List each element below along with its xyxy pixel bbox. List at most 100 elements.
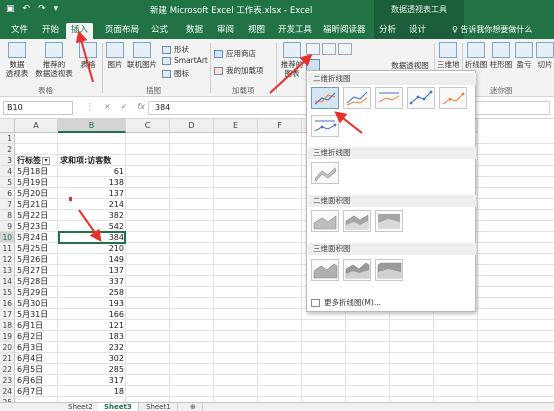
3d-area-option[interactable]	[311, 259, 339, 281]
value-cell[interactable]: 166	[58, 309, 126, 320]
row-label-cell[interactable]: 5月26日	[17, 254, 58, 265]
picture-button[interactable]: 图片	[104, 42, 126, 69]
redo-icon[interactable]: ↷	[38, 4, 46, 14]
3d-line-option[interactable]	[311, 162, 339, 184]
tab-review[interactable]: 审阅	[212, 23, 239, 39]
name-box[interactable]: B10	[3, 101, 73, 115]
area-option[interactable]	[311, 210, 339, 232]
table-button[interactable]: 表格	[76, 42, 100, 69]
tab-home[interactable]: 开始	[37, 23, 64, 39]
save-icon[interactable]: ▣	[6, 4, 15, 14]
row-header[interactable]: 6	[0, 188, 15, 199]
value-cell[interactable]: 210	[58, 243, 126, 254]
row-header[interactable]: 19	[0, 331, 15, 342]
tab-data[interactable]: 数据	[181, 23, 208, 39]
column-header[interactable]: D	[170, 119, 214, 133]
value-cell[interactable]: 232	[58, 342, 126, 353]
row-header[interactable]: 20	[0, 342, 15, 353]
customize-qat-icon[interactable]: ▾	[54, 4, 59, 14]
sheet-tab[interactable]: Sheet1	[140, 403, 178, 411]
sheet-tab[interactable]: Sheet2	[62, 403, 100, 411]
icons-button[interactable]: 图标	[162, 68, 189, 79]
value-cell[interactable]: 382	[58, 210, 126, 221]
more-line-charts-button[interactable]: 更多折线图(M)...	[311, 297, 381, 308]
pivot-table-button[interactable]: 数据 透视表	[2, 42, 32, 78]
sheet-tab-active[interactable]: Sheet3	[98, 403, 139, 411]
3d-100-stacked-area-option[interactable]	[375, 259, 403, 281]
row-label-cell[interactable]: 5月27日	[17, 265, 58, 276]
statistic-chart-icon[interactable]	[338, 43, 352, 55]
row-header[interactable]: 4	[0, 166, 15, 177]
add-sheet-button[interactable]: ⊕	[184, 403, 203, 411]
row-header[interactable]: 18	[0, 320, 15, 331]
tab-insert[interactable]: 插入	[66, 23, 94, 39]
row-label-cell[interactable]: 5月25日	[17, 243, 58, 254]
value-cell[interactable]: 137	[58, 265, 126, 276]
row-header[interactable]: 9	[0, 221, 15, 232]
sparkline-line-button[interactable]: 折线图	[464, 42, 488, 69]
column-header[interactable]: E	[214, 119, 258, 133]
stacked-line-option[interactable]	[343, 87, 371, 109]
cancel-icon[interactable]: ×	[104, 102, 111, 111]
row-label-cell[interactable]: 6月6日	[17, 375, 58, 386]
row-header[interactable]: 21	[0, 353, 15, 364]
enter-icon[interactable]: ✓	[121, 102, 128, 111]
shapes-button[interactable]: 形状	[162, 44, 189, 55]
row-label-cell[interactable]: 6月7日	[17, 386, 58, 397]
row-header[interactable]: 5	[0, 177, 15, 188]
hierarchy-chart-icon[interactable]	[322, 43, 336, 55]
row-header[interactable]: 14	[0, 276, 15, 287]
column-header[interactable]: B	[58, 119, 126, 133]
store-button[interactable]: 应用商店	[214, 48, 256, 59]
row-header[interactable]: 11	[0, 243, 15, 254]
row-header[interactable]: 16	[0, 298, 15, 309]
100-stacked-line-option[interactable]	[375, 87, 403, 109]
sparkline-winloss-button[interactable]: 盈亏	[514, 42, 534, 69]
select-all-corner[interactable]	[0, 119, 15, 133]
row-label-cell[interactable]: 5月23日	[17, 221, 58, 232]
stacked-line-markers-option[interactable]	[439, 87, 467, 109]
value-cell[interactable]: 285	[58, 364, 126, 375]
column-header[interactable]: C	[126, 119, 170, 133]
row-header[interactable]: 2	[0, 144, 15, 155]
recommended-pivot-button[interactable]: 推荐的 数据透视表	[32, 42, 76, 78]
column-header[interactable]: F	[258, 119, 302, 133]
tab-file[interactable]: 文件	[6, 23, 33, 39]
row-header[interactable]: 7	[0, 199, 15, 210]
row-label-cell[interactable]: 6月1日	[17, 320, 58, 331]
row-header[interactable]: 10	[0, 232, 15, 243]
value-cell[interactable]: 18	[58, 386, 126, 397]
pivot-header-row-labels[interactable]: 行标签 ▾	[17, 155, 58, 166]
value-cell[interactable]: 302	[58, 353, 126, 364]
3d-stacked-area-option[interactable]	[343, 259, 371, 281]
undo-icon[interactable]: ↶	[23, 4, 31, 14]
tab-formulas[interactable]: 公式	[146, 23, 173, 39]
my-addins-button[interactable]: 我的加载项	[214, 65, 264, 76]
row-header[interactable]: 12	[0, 254, 15, 265]
row-label-cell[interactable]: 5月18日	[17, 166, 58, 177]
row-label-cell[interactable]: 5月19日	[17, 177, 58, 188]
tab-design[interactable]: 设计	[404, 23, 431, 39]
value-cell[interactable]: 193	[58, 298, 126, 309]
row-label-cell[interactable]: 5月31日	[17, 309, 58, 320]
online-picture-button[interactable]: 联机图片	[125, 42, 159, 69]
row-header[interactable]: 23	[0, 375, 15, 386]
100-stacked-area-option[interactable]	[375, 210, 403, 232]
pivot-chart-button[interactable]: 数据透视图	[389, 61, 431, 70]
filter-dropdown-icon[interactable]: ▾	[42, 156, 50, 165]
insert-function-icon[interactable]: fx	[137, 102, 145, 111]
tab-foxit-reader[interactable]: 福昕阅读器	[318, 23, 371, 39]
row-label-cell[interactable]: 5月21日	[17, 199, 58, 210]
more-icon[interactable]: ⋮	[86, 102, 94, 111]
row-label-cell[interactable]: 6月3日	[17, 342, 58, 353]
100-stacked-line-markers-option[interactable]	[311, 115, 339, 137]
row-header[interactable]: 8	[0, 210, 15, 221]
sparkline-column-button[interactable]: 柱形图	[489, 42, 513, 69]
row-label-cell[interactable]: 5月22日	[17, 210, 58, 221]
column-header[interactable]: A	[15, 119, 58, 133]
row-header[interactable]: 3	[0, 155, 15, 166]
value-cell[interactable]: 137	[58, 188, 126, 199]
smartart-button[interactable]: SmartArt	[162, 56, 208, 65]
stacked-area-option[interactable]	[343, 210, 371, 232]
line-chart-option[interactable]	[311, 87, 339, 109]
